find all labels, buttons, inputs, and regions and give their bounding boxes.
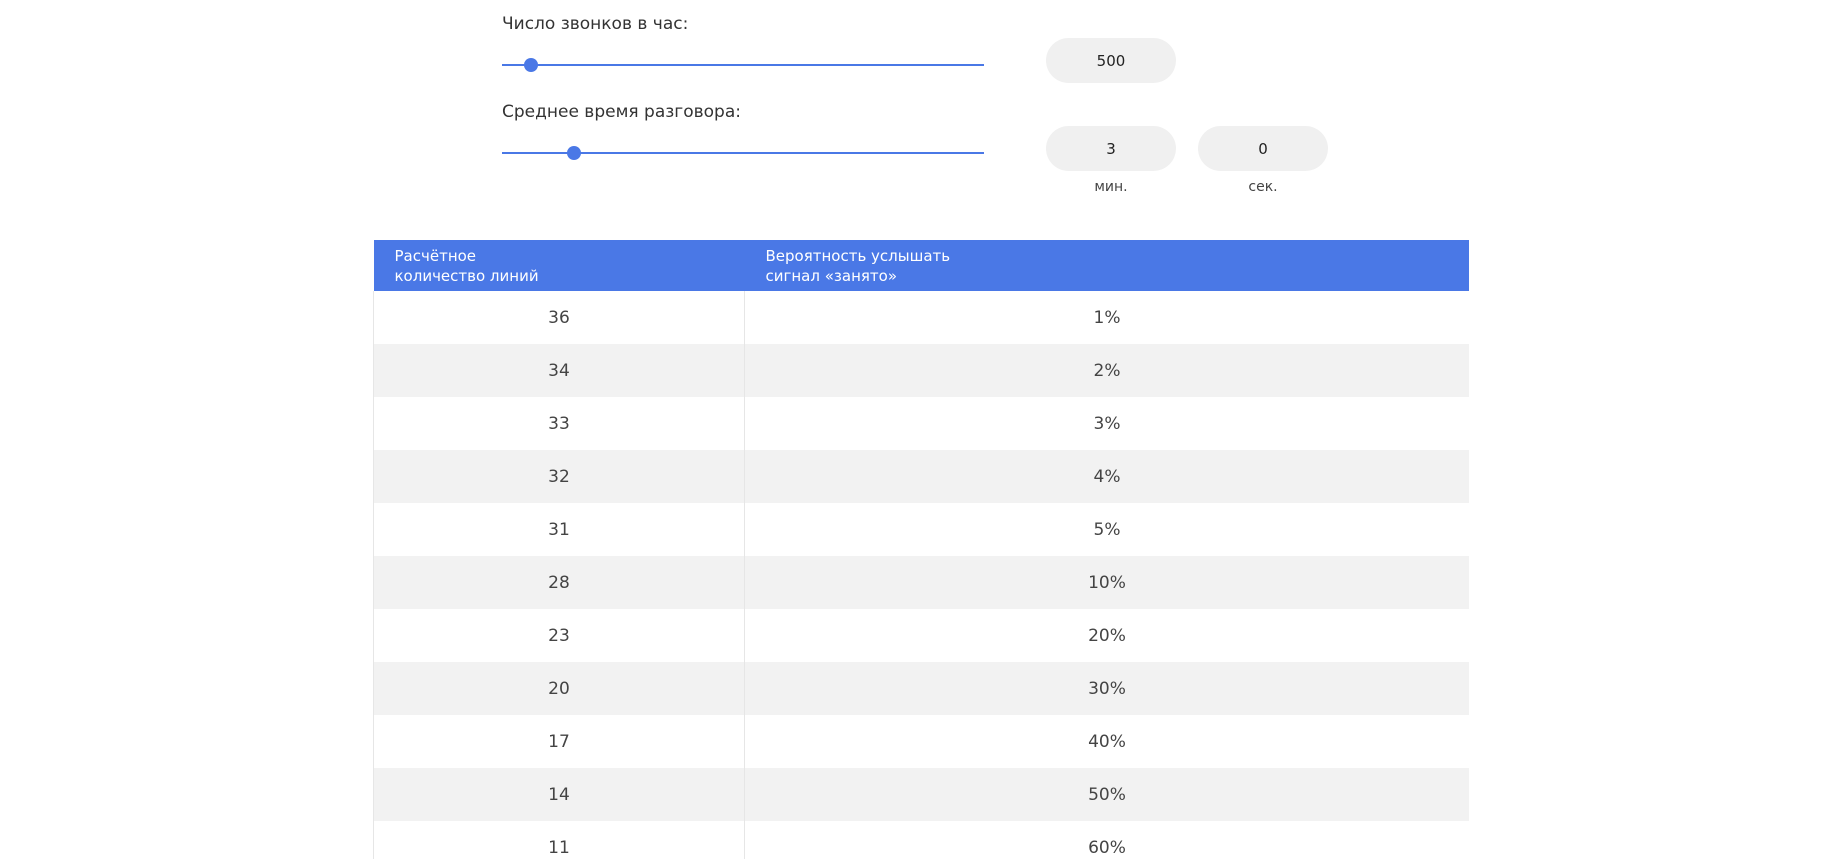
header-busy-probability: Вероятность услышать сигнал «занято» bbox=[744, 240, 1469, 291]
lines-count-cell: 31 bbox=[373, 503, 745, 556]
table-row: 32 4% bbox=[373, 450, 1469, 503]
header-line: сигнал «занято» bbox=[765, 266, 898, 285]
results-table: Расчётное количество линий Вероятность у… bbox=[373, 240, 1469, 859]
table-row: 36 1% bbox=[373, 291, 1469, 344]
slider-handle[interactable] bbox=[523, 58, 538, 72]
lines-count-cell: 23 bbox=[373, 609, 745, 662]
table-row: 34 2% bbox=[373, 344, 1469, 397]
busy-probability-cell: 3% bbox=[744, 397, 1469, 450]
table-header-row: Расчётное количество линий Вероятность у… bbox=[373, 240, 1469, 291]
table-row: 31 5% bbox=[373, 503, 1469, 556]
busy-probability-cell: 5% bbox=[744, 503, 1469, 556]
busy-probability-cell: 30% bbox=[744, 662, 1469, 715]
average-duration-slider[interactable] bbox=[502, 143, 984, 163]
minutes-input[interactable] bbox=[1046, 126, 1176, 171]
header-lines-count: Расчётное количество линий bbox=[373, 240, 745, 291]
lines-count-cell: 11 bbox=[373, 821, 745, 859]
lines-count-cell: 14 bbox=[373, 768, 745, 821]
seconds-input[interactable] bbox=[1198, 126, 1328, 171]
header-line: Расчётное bbox=[394, 246, 477, 265]
lines-count-cell: 28 bbox=[373, 556, 745, 609]
table-row: 23 20% bbox=[373, 609, 1469, 662]
header-line: количество линий bbox=[394, 266, 539, 285]
table-row: 17 40% bbox=[373, 715, 1469, 768]
lines-count-cell: 17 bbox=[373, 715, 745, 768]
table-row: 33 3% bbox=[373, 397, 1469, 450]
busy-probability-cell: 40% bbox=[744, 715, 1469, 768]
busy-probability-cell: 1% bbox=[744, 291, 1469, 344]
table-row: 14 50% bbox=[373, 768, 1469, 821]
table-row: 20 30% bbox=[373, 662, 1469, 715]
busy-probability-cell: 60% bbox=[744, 821, 1469, 859]
lines-count-cell: 36 bbox=[373, 291, 745, 344]
average-duration-label: Среднее время разговора: bbox=[502, 102, 741, 122]
busy-probability-cell: 20% bbox=[744, 609, 1469, 662]
results-table-container: Расчётное количество линий Вероятность у… bbox=[373, 240, 1469, 859]
calculator-page: Число звонков в час: Среднее время разго… bbox=[0, 0, 1831, 859]
lines-count-cell: 34 bbox=[373, 344, 745, 397]
minutes-unit-label: мин. bbox=[1094, 179, 1128, 195]
lines-count-cell: 20 bbox=[373, 662, 745, 715]
header-line: Вероятность услышать bbox=[765, 246, 951, 265]
lines-count-cell: 32 bbox=[373, 450, 745, 503]
busy-probability-cell: 4% bbox=[744, 450, 1469, 503]
table-row: 11 60% bbox=[373, 821, 1469, 859]
calls-per-hour-slider[interactable] bbox=[502, 55, 984, 75]
lines-count-cell: 33 bbox=[373, 397, 745, 450]
seconds-unit-label: сек. bbox=[1248, 179, 1278, 195]
busy-probability-cell: 10% bbox=[744, 556, 1469, 609]
calls-per-hour-input[interactable] bbox=[1046, 38, 1176, 83]
slider-track bbox=[502, 64, 984, 66]
table-row: 28 10% bbox=[373, 556, 1469, 609]
table-body: 36 1% 34 2% 33 3% 32 4% 31 5% 28 10% 23 20% 20 30% 17 40%… bbox=[373, 291, 1469, 859]
slider-handle[interactable] bbox=[567, 146, 582, 160]
calls-per-hour-label: Число звонков в час: bbox=[502, 14, 689, 34]
busy-probability-cell: 50% bbox=[744, 768, 1469, 821]
busy-probability-cell: 2% bbox=[744, 344, 1469, 397]
